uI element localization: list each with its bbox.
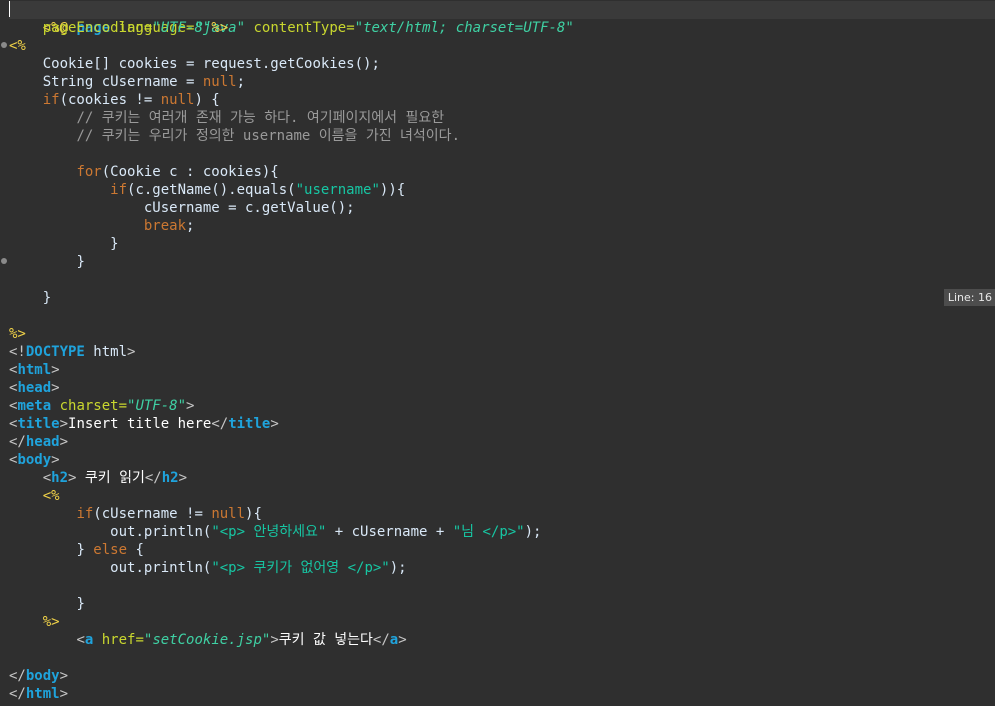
code-line-35[interactable]: }: [9, 595, 84, 613]
code-line-36[interactable]: %>: [9, 613, 60, 631]
code-line-11[interactable]: for(Cookie c : cookies){: [9, 163, 278, 181]
code-line-22[interactable]: <html>: [9, 361, 60, 379]
code-line-7[interactable]: if(cookies != null) {: [9, 91, 220, 109]
code-line-30[interactable]: if(cUsername != null){: [9, 505, 261, 523]
fold-marker-icon[interactable]: [1, 258, 7, 264]
code-line-14[interactable]: break;: [9, 217, 195, 235]
code-line-24[interactable]: <meta charset="UTF-8">: [9, 397, 194, 415]
code-line-27[interactable]: <body>: [9, 451, 60, 469]
code-line-39[interactable]: </body>: [9, 667, 68, 685]
code-line-1[interactable]: <%@ page language="java" contentType="te…: [9, 1, 995, 36]
code-line-6[interactable]: String cUsername = null;: [9, 73, 245, 91]
code-line-12[interactable]: if(c.getName().equals("username")){: [9, 181, 405, 199]
code-line-26[interactable]: </head>: [9, 433, 68, 451]
editor-gutter: [0, 0, 9, 706]
code-line-28[interactable]: <h2> 쿠키 읽기</h2>: [9, 469, 187, 487]
code-line-9[interactable]: // 쿠키는 우리가 정의한 username 이름을 가진 녀석이다.: [9, 127, 460, 145]
line-number-indicator: Line: 16: [943, 289, 995, 306]
text-cursor: [9, 1, 10, 17]
fold-marker-icon[interactable]: [1, 42, 7, 48]
code-line-16[interactable]: }: [9, 253, 84, 271]
code-line-13[interactable]: cUsername = c.getValue();: [9, 199, 355, 217]
code-line-20[interactable]: %>: [9, 325, 26, 343]
code-line-40[interactable]: </html>: [9, 685, 68, 703]
code-line-8[interactable]: // 쿠키는 여러개 존재 가능 하다. 여기페이지에서 필요한: [9, 109, 444, 127]
code-editor[interactable]: <%@ page language="java" contentType="te…: [0, 0, 995, 706]
code-line-18[interactable]: }: [9, 289, 51, 307]
code-line-2[interactable]: pageEncoding="UTF-8"%>: [9, 19, 228, 37]
code-line-25[interactable]: <title>Insert title here</title>: [9, 415, 279, 433]
code-line-15[interactable]: }: [9, 235, 118, 253]
code-line-33[interactable]: out.println("<p> 쿠키가 없어영 </p>");: [9, 559, 406, 577]
code-line-29[interactable]: <%: [9, 487, 60, 505]
code-line-31[interactable]: out.println("<p> 안녕하세요" + cUsername + "님…: [9, 523, 541, 541]
code-line-23[interactable]: <head>: [9, 379, 60, 397]
code-line-21[interactable]: <!DOCTYPE html>: [9, 343, 135, 361]
code-line-5[interactable]: Cookie[] cookies = request.getCookies();: [9, 55, 380, 73]
code-line-3[interactable]: <%: [9, 37, 26, 55]
code-line-32[interactable]: } else {: [9, 541, 143, 559]
code-line-37[interactable]: <a href="setCookie.jsp">쿠키 값 넣는다</a>: [9, 631, 406, 649]
